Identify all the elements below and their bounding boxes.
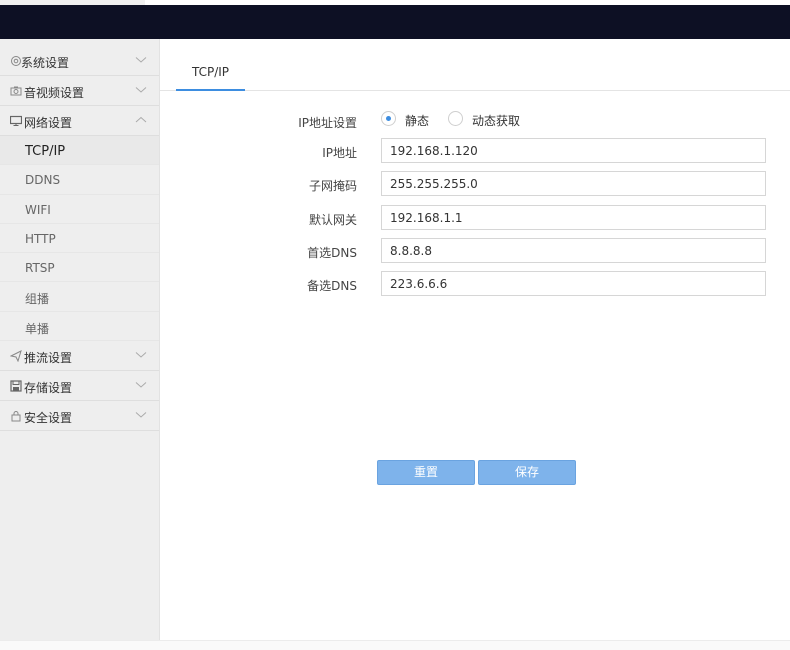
ip-address-input[interactable] (381, 138, 766, 163)
primary-dns-input[interactable] (381, 238, 766, 263)
primary-dns-row: 首选DNS (160, 238, 790, 264)
bottom-bar (0, 640, 790, 650)
sidebar-item-label: WIFI (25, 202, 51, 217)
menu-group-security[interactable]: 安全设置 (0, 401, 159, 432)
sidebar-item-tcpip[interactable]: TCP/IP (0, 136, 159, 166)
tab-tcpip[interactable]: TCP/IP (176, 59, 245, 91)
radio-dhcp[interactable] (448, 111, 463, 126)
reset-button[interactable]: 重置 (377, 460, 475, 485)
sidebar-item-multicast[interactable]: 组播 (0, 282, 159, 312)
menu-group-system[interactable]: 系统设置 (0, 46, 159, 76)
lock-icon (11, 411, 21, 422)
gateway-input[interactable] (381, 205, 766, 230)
ip-address-label: IP地址 (322, 146, 357, 160)
secondary-dns-label: 备选DNS (307, 279, 357, 293)
menu-group-label: 存储设置 (24, 381, 73, 396)
chevron-down-icon (135, 57, 147, 63)
monitor-icon (10, 115, 22, 126)
sidebar-item-label: 组播 (25, 292, 50, 307)
tab-bar: TCP/IP (160, 39, 790, 91)
sidebar-item-label: 单播 (25, 321, 50, 336)
secondary-dns-input[interactable] (381, 271, 766, 296)
sidebar-item-unicast[interactable]: 单播 (0, 312, 159, 342)
sidebar: 系统设置 音视频设置 网络设置 TCP/IP DDNS WIFI HTTP RT… (0, 39, 160, 640)
save-icon (10, 380, 22, 392)
sidebar-item-label: RTSP (25, 261, 55, 276)
secondary-dns-row: 备选DNS (160, 271, 790, 297)
sidebar-item-ddns[interactable]: DDNS (0, 165, 159, 195)
ip-mode-label: IP地址设置 (298, 116, 357, 130)
menu-group-label: 系统设置 (21, 56, 70, 70)
gateway-row: 默认网关 (160, 205, 790, 231)
menu-group-network[interactable]: 网络设置 (0, 106, 159, 136)
subnet-mask-label: 子网掩码 (308, 179, 357, 193)
menu-group-streaming[interactable]: 推流设置 (0, 341, 159, 372)
sidebar-item-rtsp[interactable]: RTSP (0, 253, 159, 283)
gateway-label: 默认网关 (308, 213, 357, 227)
camera-icon (10, 86, 22, 96)
top-bar (0, 5, 790, 39)
primary-dns-label: 首选DNS (307, 246, 357, 260)
sidebar-item-label: HTTP (25, 231, 56, 246)
chevron-down-icon (135, 382, 147, 388)
chevron-down-icon (135, 412, 147, 418)
menu-group-label: 音视频设置 (24, 86, 85, 100)
sidebar-item-http[interactable]: HTTP (0, 224, 159, 254)
send-icon (10, 350, 22, 363)
radio-dhcp-label: 动态获取 (472, 114, 521, 128)
menu-group-label: 安全设置 (24, 411, 73, 426)
menu-group-label: 网络设置 (24, 116, 73, 130)
chevron-down-icon (135, 87, 147, 93)
ip-address-row: IP地址 (160, 138, 790, 164)
main-panel: TCP/IP IP地址设置 静态 动态获取 IP地址 子网掩码 默认网关 首选D… (160, 39, 790, 640)
radio-static[interactable] (381, 111, 396, 126)
radio-static-label: 静态 (405, 114, 430, 128)
sidebar-item-wifi[interactable]: WIFI (0, 195, 159, 224)
menu-group-storage[interactable]: 存储设置 (0, 371, 159, 402)
ip-mode-row: IP地址设置 静态 动态获取 (160, 108, 790, 134)
subnet-mask-row: 子网掩码 (160, 171, 790, 197)
chevron-up-icon (135, 116, 147, 123)
sidebar-item-label: TCP/IP (25, 144, 66, 159)
sidebar-item-label: DDNS (25, 173, 61, 188)
menu-group-audio-video[interactable]: 音视频设置 (0, 76, 159, 106)
subnet-mask-input[interactable] (381, 171, 766, 196)
menu-group-label: 推流设置 (24, 351, 73, 366)
chevron-down-icon (135, 352, 147, 358)
save-button[interactable]: 保存 (478, 460, 576, 485)
